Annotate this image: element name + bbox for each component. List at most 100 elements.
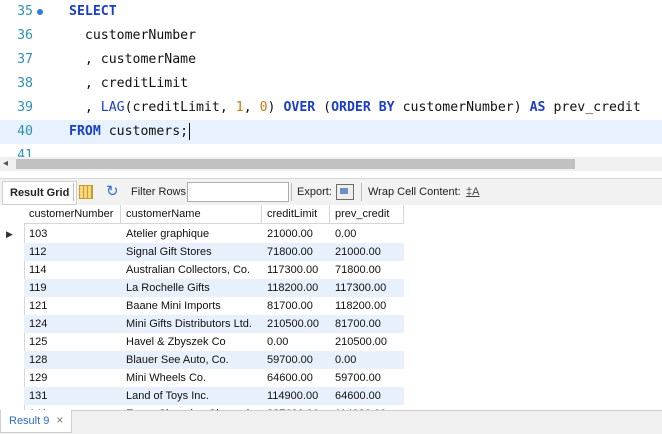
table-cell-customernumber[interactable]: 114 xyxy=(24,261,121,279)
table-row[interactable]: 129 Mini Wheels Co. 64600.00 59700.00 xyxy=(24,369,404,387)
code-text: FROM customers; xyxy=(69,120,191,144)
table-cell-customername[interactable]: La Rochelle Gifts xyxy=(121,279,262,297)
code-line[interactable]: 39 , LAG(creditLimit, 1, 0) OVER (ORDER … xyxy=(0,96,662,120)
table-cell-prev_credit[interactable]: 210500.00 xyxy=(330,333,404,351)
line-number: 39 xyxy=(17,100,33,115)
table-cell-customernumber[interactable]: 128 xyxy=(24,351,121,369)
line-number: 36 xyxy=(17,28,33,43)
filter-rows-input[interactable] xyxy=(187,182,289,202)
code-line[interactable]: 38 , creditLimit xyxy=(0,72,662,96)
code-token: AS xyxy=(529,100,546,115)
toolbar-divider xyxy=(361,183,362,201)
table-row[interactable]: 114 Australian Collectors, Co. 117300.00 71… xyxy=(24,261,404,279)
table-cell-creditlimit[interactable]: 59700.00 xyxy=(262,351,330,369)
table-cell-creditlimit[interactable]: 81700.00 xyxy=(262,297,330,315)
refresh-icon[interactable]: ↻ xyxy=(106,179,119,205)
table-row[interactable]: 112 Signal Gift Stores 71800.00 21000.00 xyxy=(24,243,404,261)
table-cell-customernumber[interactable]: 129 xyxy=(24,369,121,387)
code-text: SELECT xyxy=(69,0,117,24)
table-row[interactable]: 131 Land of Toys Inc. 114900.00 64600.00 xyxy=(24,387,404,405)
code-text: , creditLimit xyxy=(69,72,188,96)
wrap-cell-icon[interactable]: ‡A xyxy=(466,179,479,205)
close-icon[interactable]: × xyxy=(56,413,63,427)
code-token: , creditLimit xyxy=(69,76,189,91)
table-cell-prev_credit[interactable]: 59700.00 xyxy=(330,369,404,387)
code-line[interactable]: 36 customerNumber xyxy=(0,24,662,48)
table-cell-customername[interactable]: Atelier graphique xyxy=(121,225,262,243)
table-cell-prev_credit[interactable]: 0.00 xyxy=(330,225,404,243)
export-icon[interactable] xyxy=(336,184,354,200)
code-line[interactable]: 37 , customerName xyxy=(0,48,662,72)
code-token: 1 xyxy=(235,100,244,115)
table-row[interactable]: 128 Blauer See Auto, Co. 59700.00 0.00 xyxy=(24,351,404,369)
table-cell-customernumber[interactable]: 125 xyxy=(24,333,121,351)
code-token: , xyxy=(69,100,101,115)
table-cell-creditlimit[interactable]: 118200.00 xyxy=(262,279,330,297)
code-token: 0 xyxy=(259,100,268,115)
table-cell-customername[interactable]: Mini Wheels Co. xyxy=(121,369,262,387)
table-cell-prev_credit[interactable]: 81700.00 xyxy=(330,315,404,333)
result-toolbar: Result Grid ↻ Filter Rows: Export: Wrap … xyxy=(0,178,662,206)
table-cell-creditlimit[interactable]: 64600.00 xyxy=(262,369,330,387)
table-cell-creditlimit[interactable]: 210500.00 xyxy=(262,315,330,333)
result-grid[interactable]: ▶ customerNumber customerName creditLimit p… xyxy=(0,205,662,410)
table-row[interactable]: 103 Atelier graphique 21000.00 0.00 xyxy=(24,225,404,243)
table-cell-creditlimit[interactable]: 114900.00 xyxy=(262,387,330,405)
table-cell-customernumber[interactable]: 124 xyxy=(24,315,121,333)
toolbar-divider xyxy=(73,183,74,201)
table-cell-prev_credit[interactable]: 21000.00 xyxy=(330,243,404,261)
column-header-prev_credit[interactable]: prev_credit xyxy=(330,205,404,224)
table-cell-prev_credit[interactable]: 118200.00 xyxy=(330,297,404,315)
code-token: customerNumber) xyxy=(394,100,530,115)
table-cell-creditlimit[interactable]: 0.00 xyxy=(262,333,330,351)
code-token: prev_credit xyxy=(545,100,641,115)
code-line[interactable]: 41 xyxy=(0,144,662,157)
line-number: 41 xyxy=(17,148,33,157)
column-header-customername[interactable]: customerName xyxy=(121,205,262,224)
table-cell-customernumber[interactable]: 121 xyxy=(24,297,121,315)
table-row[interactable]: 124 Mini Gifts Distributors Ltd. 210500.00… xyxy=(24,315,404,333)
table-cell-customernumber[interactable]: 112 xyxy=(24,243,121,261)
table-cell-prev_credit[interactable]: 0.00 xyxy=(330,351,404,369)
editor-horizontal-scrollbar[interactable]: ◂ xyxy=(0,157,662,171)
scroll-left-icon[interactable]: ◂ xyxy=(3,157,8,171)
table-cell-creditlimit[interactable]: 117300.00 xyxy=(262,261,330,279)
table-row[interactable]: 121 Baane Mini Imports 81700.00 118200.00 xyxy=(24,297,404,315)
column-header-creditlimit[interactable]: creditLimit xyxy=(262,205,330,224)
code-token: ORDER BY xyxy=(331,100,395,115)
table-cell-customernumber[interactable]: 119 xyxy=(24,279,121,297)
export-label: Export: xyxy=(297,186,332,198)
code-token: OVER xyxy=(283,100,316,115)
table-cell-customername[interactable]: Mini Gifts Distributors Ltd. xyxy=(121,315,262,333)
table-cell-customername[interactable]: Baane Mini Imports xyxy=(121,297,262,315)
table-cell-creditlimit[interactable]: 71800.00 xyxy=(262,243,330,261)
code-line[interactable]: 35 SELECT xyxy=(0,0,662,24)
line-number: 35 xyxy=(17,4,33,19)
table-cell-prev_credit[interactable]: 71800.00 xyxy=(330,261,404,279)
current-row-icon: ▶ xyxy=(6,229,13,239)
table-cell-customername[interactable]: Australian Collectors, Co. xyxy=(121,261,262,279)
result-grid-tab[interactable]: Result Grid xyxy=(2,181,78,205)
code-token: LAG xyxy=(100,100,125,115)
sql-editor[interactable]: 35 SELECT 36 customerNumber 37 , customerNa… xyxy=(0,0,662,157)
table-cell-prev_credit[interactable]: 117300.00 xyxy=(330,279,404,297)
result-tab[interactable]: Result 9 × xyxy=(0,410,73,433)
table-cell-customername[interactable]: Havel & Zbyszek Co xyxy=(121,333,262,351)
table-row[interactable]: 125 Havel & Zbyszek Co 0.00 210500.00 xyxy=(24,333,404,351)
table-cell-prev_credit[interactable]: 64600.00 xyxy=(330,387,404,405)
statement-marker-icon xyxy=(37,9,43,15)
code-line[interactable]: 40 FROM customers; xyxy=(0,120,662,144)
table-cell-creditlimit[interactable]: 21000.00 xyxy=(262,225,330,243)
filter-rows-label: Filter Rows: xyxy=(131,186,190,198)
table-row[interactable]: 119 La Rochelle Gifts 118200.00 117300.00 xyxy=(24,279,404,297)
table-cell-customername[interactable]: Blauer See Auto, Co. xyxy=(121,351,262,369)
code-token: SELECT xyxy=(69,4,117,19)
scrollbar-thumb[interactable] xyxy=(16,159,575,169)
table-cell-customernumber[interactable]: 103 xyxy=(24,225,121,243)
grid-layout-icon[interactable] xyxy=(79,185,93,199)
code-token: customers; xyxy=(100,124,189,139)
table-cell-customername[interactable]: Land of Toys Inc. xyxy=(121,387,262,405)
table-cell-customername[interactable]: Signal Gift Stores xyxy=(121,243,262,261)
column-header-customernumber[interactable]: customerNumber xyxy=(24,205,121,224)
table-cell-customernumber[interactable]: 131 xyxy=(24,387,121,405)
